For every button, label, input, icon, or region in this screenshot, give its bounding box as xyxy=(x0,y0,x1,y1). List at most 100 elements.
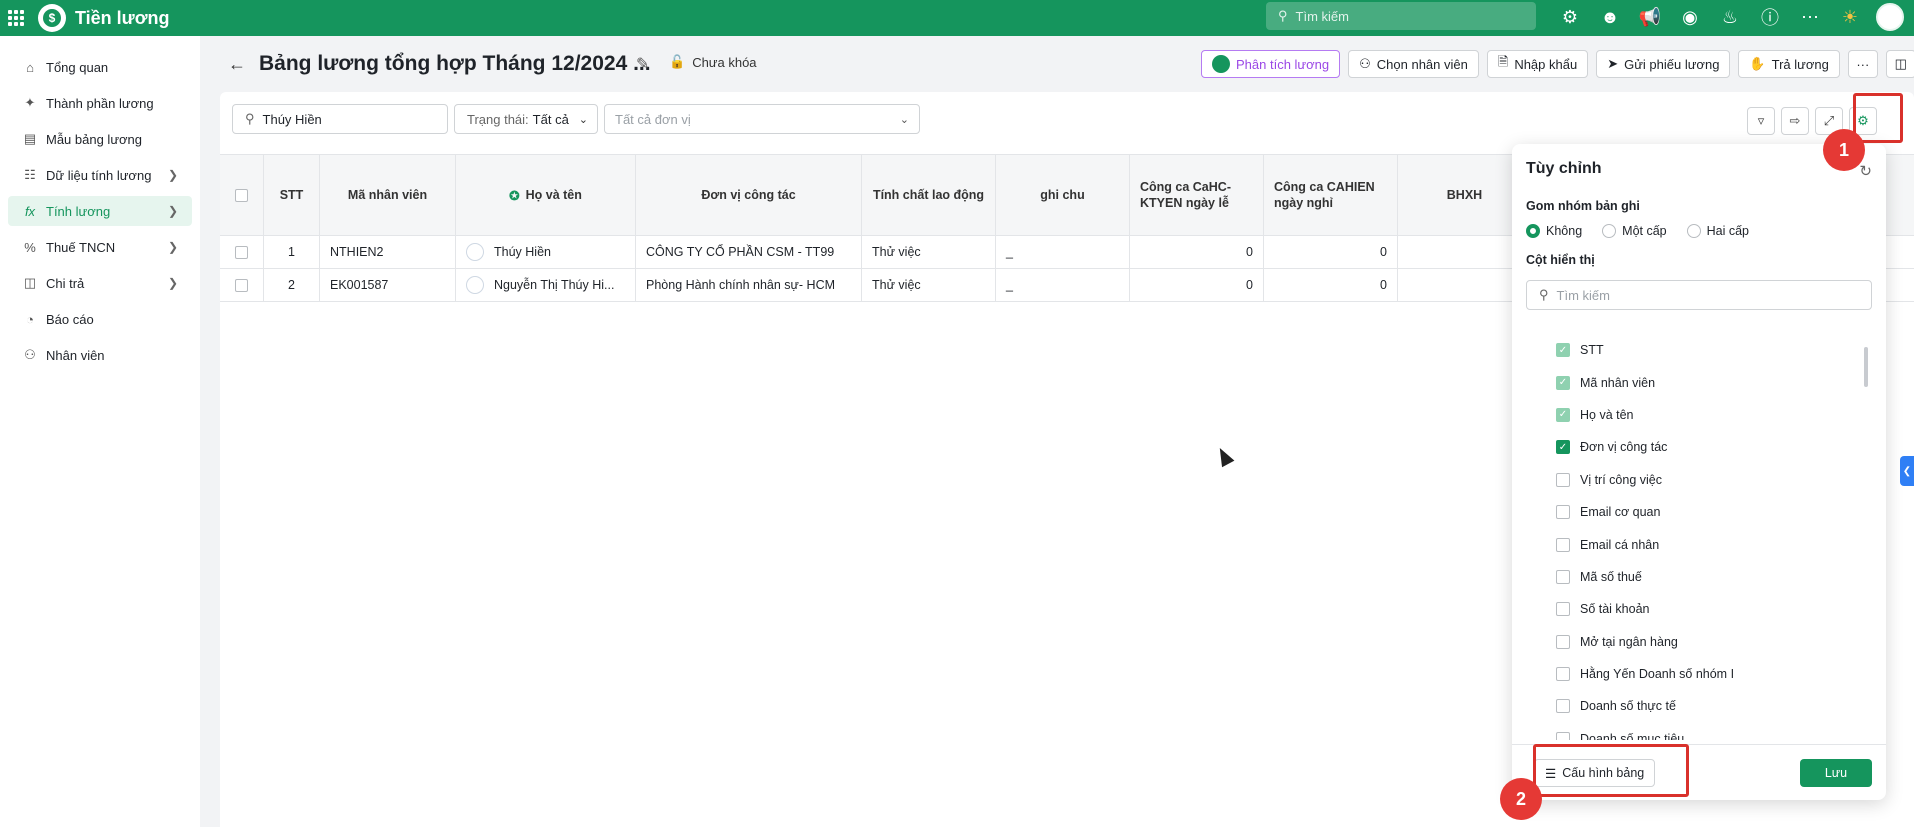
search-icon: ⚲ xyxy=(245,111,255,126)
list-item[interactable]: ✓ Họ và tên xyxy=(1556,399,1856,431)
sidebar-item-label: Thành phần lương xyxy=(46,95,154,111)
row-checkbox[interactable] xyxy=(220,269,264,301)
sidebar-item-thanh-phan-luong[interactable]: ✦ Thành phần lương xyxy=(8,88,192,118)
checkbox[interactable] xyxy=(1556,602,1570,617)
sidebar-item-bao-cao[interactable]: ◔ Báo cáo xyxy=(8,304,192,334)
lock-status[interactable]: 🔓 Chưa khóa xyxy=(659,48,767,76)
employee-search-value: Thúy Hiền xyxy=(262,111,322,127)
col-header-n1[interactable]: Công ca CaHC-KTYEN ngày lễ xyxy=(1130,155,1264,235)
list-item[interactable]: Email cá nhân xyxy=(1556,528,1856,560)
more-actions-button[interactable]: ··· xyxy=(1847,50,1878,78)
export-icon[interactable]: ⇨ xyxy=(1781,107,1809,135)
apps-grid-icon[interactable] xyxy=(8,10,24,26)
bell-icon[interactable]: ♨ xyxy=(1716,3,1744,31)
percent-icon: % xyxy=(24,239,36,255)
hand-money-icon: ✋ xyxy=(1749,56,1766,71)
user-face-icon[interactable]: ☻ xyxy=(1596,3,1624,31)
unit-filter-dropdown[interactable]: Tất cả đơn vị ⌄ xyxy=(604,104,920,134)
list-item[interactable]: Doanh số thực tế xyxy=(1556,690,1856,722)
radio-label: Không xyxy=(1546,224,1583,238)
sidebar-item-thue-tncn[interactable]: % Thuế TNCN ❯ xyxy=(8,232,192,262)
import-button[interactable]: 🗎 Nhập khẩu xyxy=(1486,50,1589,78)
global-search-input[interactable]: ⚲ Tìm kiếm xyxy=(1266,2,1536,30)
edit-pencil-icon[interactable]: ✎ xyxy=(636,54,649,74)
checkbox[interactable]: ✓ xyxy=(1556,440,1570,455)
radio-label: Một cấp xyxy=(1622,224,1667,238)
select-all-checkbox[interactable] xyxy=(220,155,264,235)
list-item[interactable]: ✓ Mã nhân viên xyxy=(1556,366,1856,398)
col-header-tc[interactable]: Tính chất lao động xyxy=(862,155,996,235)
panel-scrollbar[interactable] xyxy=(1864,347,1868,387)
list-item[interactable]: Vị trí công việc xyxy=(1556,464,1856,496)
checkbox[interactable] xyxy=(1556,731,1570,740)
home-icon: ⌂ xyxy=(26,59,34,75)
highlight-box-settings xyxy=(1853,93,1903,143)
chart-pie-icon: ◔ xyxy=(26,311,34,327)
checkbox[interactable] xyxy=(1556,505,1570,520)
radio-hai-cap[interactable]: Hai cấp xyxy=(1686,224,1749,238)
checkbox[interactable] xyxy=(1556,634,1570,649)
col-header-stt[interactable]: STT xyxy=(264,155,320,235)
col-header-gc[interactable]: ghi chu xyxy=(996,155,1130,235)
sidebar-item-chi-tra[interactable]: ◫ Chi trả ❯ xyxy=(8,268,192,298)
filter-icon[interactable]: ▿ xyxy=(1747,107,1775,135)
sidebar-item-label: Nhân viên xyxy=(46,347,105,363)
back-arrow-icon[interactable]: ← xyxy=(228,54,246,75)
list-item[interactable]: Doanh số mục tiêu xyxy=(1556,723,1856,740)
column-label: Mã nhân viên xyxy=(1580,375,1656,390)
radio-mot-cap[interactable]: Một cấp xyxy=(1602,224,1667,238)
list-item[interactable]: Số tài khoản xyxy=(1556,593,1856,625)
more-icon[interactable]: ⋯ xyxy=(1796,3,1824,31)
list-item[interactable]: Mã số thuế xyxy=(1556,561,1856,593)
sidebar-item-nhan-vien[interactable]: ⚇ Nhân viên xyxy=(8,340,192,370)
col-header-n2[interactable]: Công ca CAHIEN ngày nghỉ xyxy=(1264,155,1398,235)
refresh-icon[interactable]: ↻ xyxy=(1859,162,1872,180)
side-expand-tab[interactable]: ❮ xyxy=(1900,456,1914,486)
list-item[interactable]: Hằng Yến Doanh số nhóm I xyxy=(1556,658,1856,690)
avatar[interactable] xyxy=(1876,3,1904,31)
column-label: Vị trí công việc xyxy=(1580,472,1662,487)
pin-icon[interactable]: ✪ xyxy=(509,188,519,203)
list-item[interactable]: Email cơ quan xyxy=(1556,496,1856,528)
employee-search-input[interactable]: ⚲ Thúy Hiền xyxy=(232,104,448,134)
list-item[interactable]: Mở tại ngân hàng xyxy=(1556,626,1856,658)
lamp-icon[interactable]: ☀ xyxy=(1836,3,1864,31)
sidebar-item-du-lieu-tinh-luong[interactable]: ☷ Dữ liệu tính lương ❯ xyxy=(8,160,192,190)
status-filter-dropdown[interactable]: Trạng thái: Tất cả ⌄ xyxy=(454,104,598,134)
col-header-ten[interactable]: ✪ Họ và tên xyxy=(456,155,636,235)
comment-button[interactable]: ◫ xyxy=(1885,50,1914,78)
pay-salary-button[interactable]: ✋ Trả lương xyxy=(1738,50,1840,78)
database-icon: ☷ xyxy=(24,167,36,182)
help-icon[interactable]: ⓘ xyxy=(1756,3,1784,31)
send-payslip-button[interactable]: ➤ Gửi phiếu lương xyxy=(1596,50,1731,78)
chevron-right-icon: ❯ xyxy=(167,204,178,218)
chat-icon[interactable]: ◉ xyxy=(1676,3,1704,31)
cell-n2: 0 xyxy=(1264,269,1398,301)
settings-icon[interactable]: ⚙ xyxy=(1556,3,1584,31)
checkbox: ✓ xyxy=(1556,407,1570,422)
analyze-salary-button[interactable]: Phân tích lương xyxy=(1201,50,1341,78)
checkbox[interactable] xyxy=(1556,569,1570,584)
sidebar-item-tong-quan[interactable]: ⌂ Tổng quan xyxy=(8,52,192,82)
import-label: Nhập khẩu xyxy=(1514,56,1578,72)
megaphone-icon[interactable]: 📢 xyxy=(1636,3,1664,31)
cell-ma: EK001587 xyxy=(320,269,456,301)
step-badge-1: 1 xyxy=(1823,129,1865,171)
checkbox[interactable] xyxy=(1556,699,1570,714)
visible-columns-label: Cột hiển thị xyxy=(1526,253,1595,267)
checkbox[interactable] xyxy=(1556,472,1570,487)
save-button[interactable]: Lưu xyxy=(1800,759,1872,787)
sidebar-item-mau-bang-luong[interactable]: ▤ Mẫu bảng lương xyxy=(8,124,192,154)
col-header-dv[interactable]: Đơn vị công tác xyxy=(636,155,862,235)
checkbox[interactable] xyxy=(1556,537,1570,552)
col-header-ma[interactable]: Mã nhân viên xyxy=(320,155,456,235)
choose-employee-button[interactable]: ⚇ Chọn nhân viên xyxy=(1348,50,1479,78)
checkbox[interactable] xyxy=(1556,667,1570,682)
list-item[interactable]: ✓ STT xyxy=(1556,334,1856,366)
list-item[interactable]: ✓ Đơn vị công tác xyxy=(1556,431,1856,463)
radio-khong[interactable]: Không xyxy=(1526,224,1582,238)
app-logo[interactable]: $ xyxy=(38,4,66,32)
row-checkbox[interactable] xyxy=(220,236,264,268)
column-search-input[interactable]: ⚲ Tìm kiếm xyxy=(1526,280,1872,310)
sidebar-item-tinh-luong[interactable]: fx Tính lương ❯ xyxy=(8,196,192,226)
